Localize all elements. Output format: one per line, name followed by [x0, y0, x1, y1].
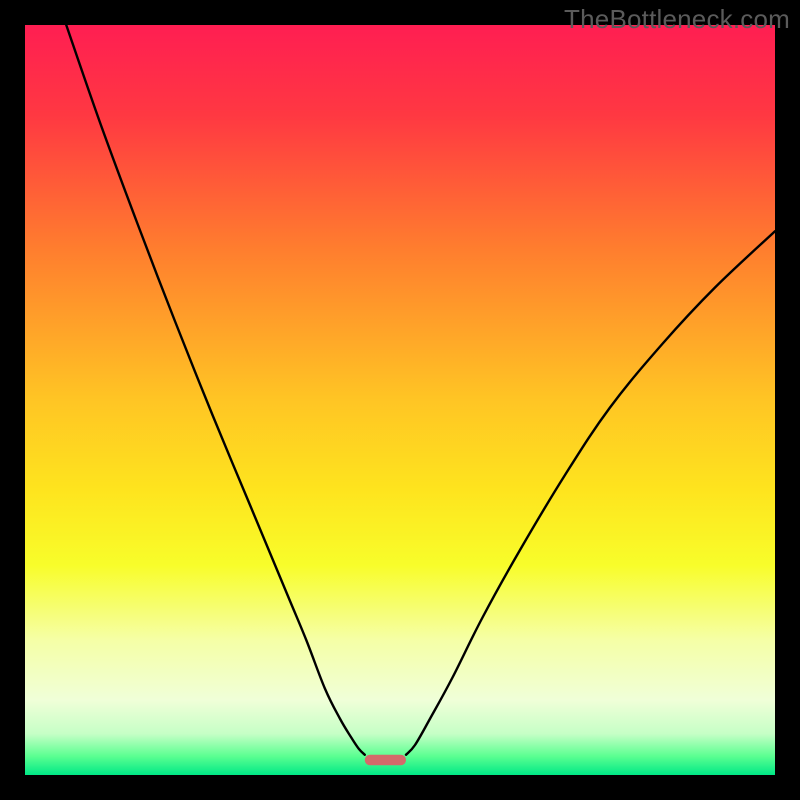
baseline-bar	[365, 755, 406, 766]
chart-background	[25, 25, 775, 775]
watermark-text: TheBottleneck.com	[564, 4, 790, 35]
chart-svg	[25, 25, 775, 775]
chart-plot-area	[25, 25, 775, 775]
chart-frame: TheBottleneck.com	[0, 0, 800, 800]
